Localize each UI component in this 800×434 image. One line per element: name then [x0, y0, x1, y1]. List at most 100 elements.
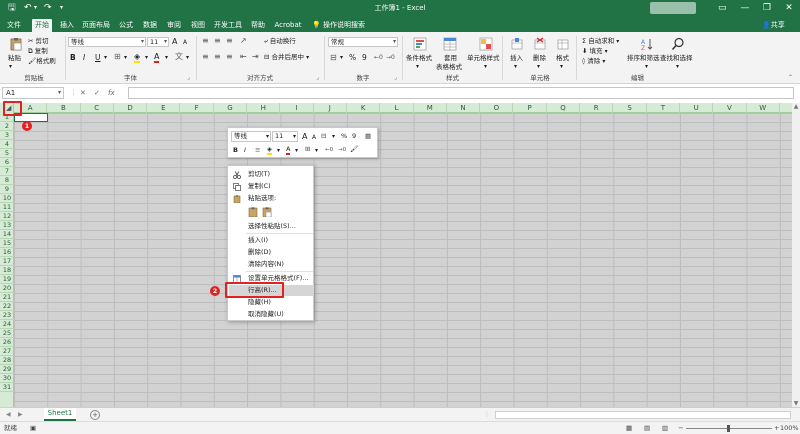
chevron-down-icon[interactable]: ▾	[514, 63, 517, 71]
cell-styles-icon[interactable]	[479, 37, 493, 51]
scroll-sheets-left-icon[interactable]: ◀	[6, 410, 11, 420]
row-header[interactable]: 19	[0, 275, 14, 284]
paste-values-icon[interactable]	[262, 207, 272, 217]
format-cells-icon[interactable]	[556, 37, 570, 51]
scroll-sheets-right-icon[interactable]: ▶	[18, 410, 23, 420]
row-header[interactable]: 8	[0, 176, 14, 185]
bold-button[interactable]: B	[70, 54, 76, 62]
zoom-level[interactable]: 100%	[780, 424, 799, 433]
row-header[interactable]: 30	[0, 374, 14, 383]
row-header[interactable]: 24	[0, 320, 14, 329]
row-header[interactable]: 15	[0, 239, 14, 248]
column-header[interactable]: P	[514, 103, 547, 113]
column-header[interactable]: H	[247, 103, 281, 113]
collapse-ribbon-icon[interactable]: ⌃	[788, 74, 793, 82]
paste-option-icon[interactable]	[248, 207, 258, 217]
row-header[interactable]: 27	[0, 347, 14, 356]
column-header[interactable]: V	[713, 103, 747, 113]
underline-button[interactable]: U	[95, 54, 101, 62]
minimize-button[interactable]: —	[734, 1, 756, 15]
accessibility-icon[interactable]: ▣	[30, 424, 36, 433]
mini-format-table-icon[interactable]: ▦	[365, 132, 371, 141]
vertical-scrollbar[interactable]: ▲ ▼	[792, 103, 800, 407]
row-header[interactable]: 13	[0, 221, 14, 230]
align-top-icon[interactable]: ≡	[202, 37, 209, 45]
normal-view-icon[interactable]: ▦	[626, 424, 632, 433]
fill-button[interactable]: ⬇ 填充 ▾	[582, 47, 608, 56]
column-header[interactable]: C	[81, 103, 114, 113]
mini-borders-icon[interactable]: ⊞	[305, 145, 310, 154]
mini-accounting-icon[interactable]: ⊟	[321, 132, 326, 141]
mini-font-size-combo[interactable]: 11 ▾	[272, 131, 298, 142]
phonetic-icon[interactable]: 文	[175, 53, 183, 61]
ctx-paste-special[interactable]: 选择性粘贴(S)...	[229, 221, 314, 232]
decrease-decimal-icon[interactable]: →0	[386, 54, 395, 62]
tab-acrobat[interactable]: Acrobat	[274, 19, 302, 32]
name-box[interactable]: A1 ▾	[2, 87, 64, 99]
accounting-dropdown-icon[interactable]: ▾	[340, 54, 343, 62]
formula-input[interactable]	[128, 87, 794, 99]
scroll-up-icon[interactable]: ▲	[792, 103, 800, 110]
column-header[interactable]: U	[680, 103, 714, 113]
column-header[interactable]: K	[347, 103, 381, 113]
column-header[interactable]: E	[147, 103, 181, 113]
row-header[interactable]: 2	[0, 122, 14, 131]
autosum-button[interactable]: Σ 自动求和 ▾	[582, 37, 619, 46]
row-header[interactable]: 18	[0, 266, 14, 275]
row-header[interactable]: 10	[0, 194, 14, 203]
row-header[interactable]: 25	[0, 329, 14, 338]
page-layout-view-icon[interactable]: ▤	[644, 424, 650, 433]
tab-formulas[interactable]: 公式	[117, 19, 135, 32]
align-middle-icon[interactable]: ≡	[214, 37, 221, 45]
column-header[interactable]: W	[747, 103, 780, 113]
row-header[interactable]: 20	[0, 284, 14, 293]
row-header[interactable]: 7	[0, 167, 14, 176]
wrap-text-button[interactable]: ⤶ 自动换行	[264, 37, 296, 45]
tab-review[interactable]: 审阅	[165, 19, 183, 32]
close-button[interactable]: ✕	[778, 1, 800, 15]
tab-page-layout[interactable]: 页面布局	[80, 19, 112, 32]
ctx-hide[interactable]: 隐藏(H)	[229, 297, 314, 308]
page-break-view-icon[interactable]: ▥	[662, 424, 668, 433]
row-header[interactable]: 31	[0, 383, 14, 392]
chevron-down-icon[interactable]: ▾	[645, 63, 648, 71]
fill-color-dropdown-icon[interactable]: ▾	[145, 54, 148, 62]
account-avatar[interactable]	[650, 2, 696, 14]
merge-center-button[interactable]: ⊟ 合并后居中 ▾	[264, 53, 309, 62]
phonetic-dropdown-icon[interactable]: ▾	[186, 54, 189, 62]
column-header[interactable]: I	[280, 103, 314, 113]
column-header[interactable]: S	[613, 103, 647, 113]
row-header[interactable]: 21	[0, 293, 14, 302]
dialog-launcher-icon[interactable]: ⌟	[316, 74, 319, 82]
copy-button[interactable]: ⧉ 复制	[28, 47, 48, 55]
row-header[interactable]: 12	[0, 212, 14, 221]
mini-fill-color-icon[interactable]: ◈	[267, 145, 272, 155]
column-header[interactable]: B	[47, 103, 81, 113]
chevron-down-icon[interactable]: ▾	[484, 63, 487, 71]
horizontal-scrollbar[interactable]	[495, 411, 791, 419]
insert-cells-icon[interactable]	[510, 37, 524, 51]
restore-button[interactable]: ❐	[756, 1, 778, 15]
format-painter-button[interactable]: 🖌格式刷	[28, 57, 56, 65]
ctx-copy[interactable]: 复制(C)	[229, 181, 314, 192]
find-select-icon[interactable]	[671, 37, 685, 51]
row-header[interactable]: 29	[0, 365, 14, 374]
font-color-dropdown-icon[interactable]: ▾	[165, 54, 168, 62]
dialog-launcher-icon[interactable]: ⌟	[187, 74, 190, 82]
column-header[interactable]: G	[214, 103, 248, 113]
orientation-icon[interactable]: ↗	[240, 37, 247, 45]
align-left-icon[interactable]: ≡	[202, 53, 209, 61]
chevron-down-icon[interactable]: ▾	[416, 63, 419, 71]
column-header[interactable]: J	[314, 103, 347, 113]
sort-filter-icon[interactable]: AZ	[640, 37, 654, 51]
row-header[interactable]: 6	[0, 158, 14, 167]
sheet-tab-sheet1[interactable]: Sheet1	[44, 408, 76, 421]
column-header[interactable]: T	[647, 103, 680, 113]
ctx-unhide[interactable]: 取消隐藏(U)	[229, 309, 314, 320]
row-header[interactable]: 5	[0, 149, 14, 158]
mini-increase-decimal-icon[interactable]: ←0	[325, 146, 333, 155]
decrease-font-button[interactable]: A	[183, 39, 187, 47]
mini-increase-font-icon[interactable]: A	[302, 132, 307, 141]
align-bottom-icon[interactable]: ≡	[226, 37, 233, 45]
tab-home[interactable]: 开始	[32, 19, 52, 32]
